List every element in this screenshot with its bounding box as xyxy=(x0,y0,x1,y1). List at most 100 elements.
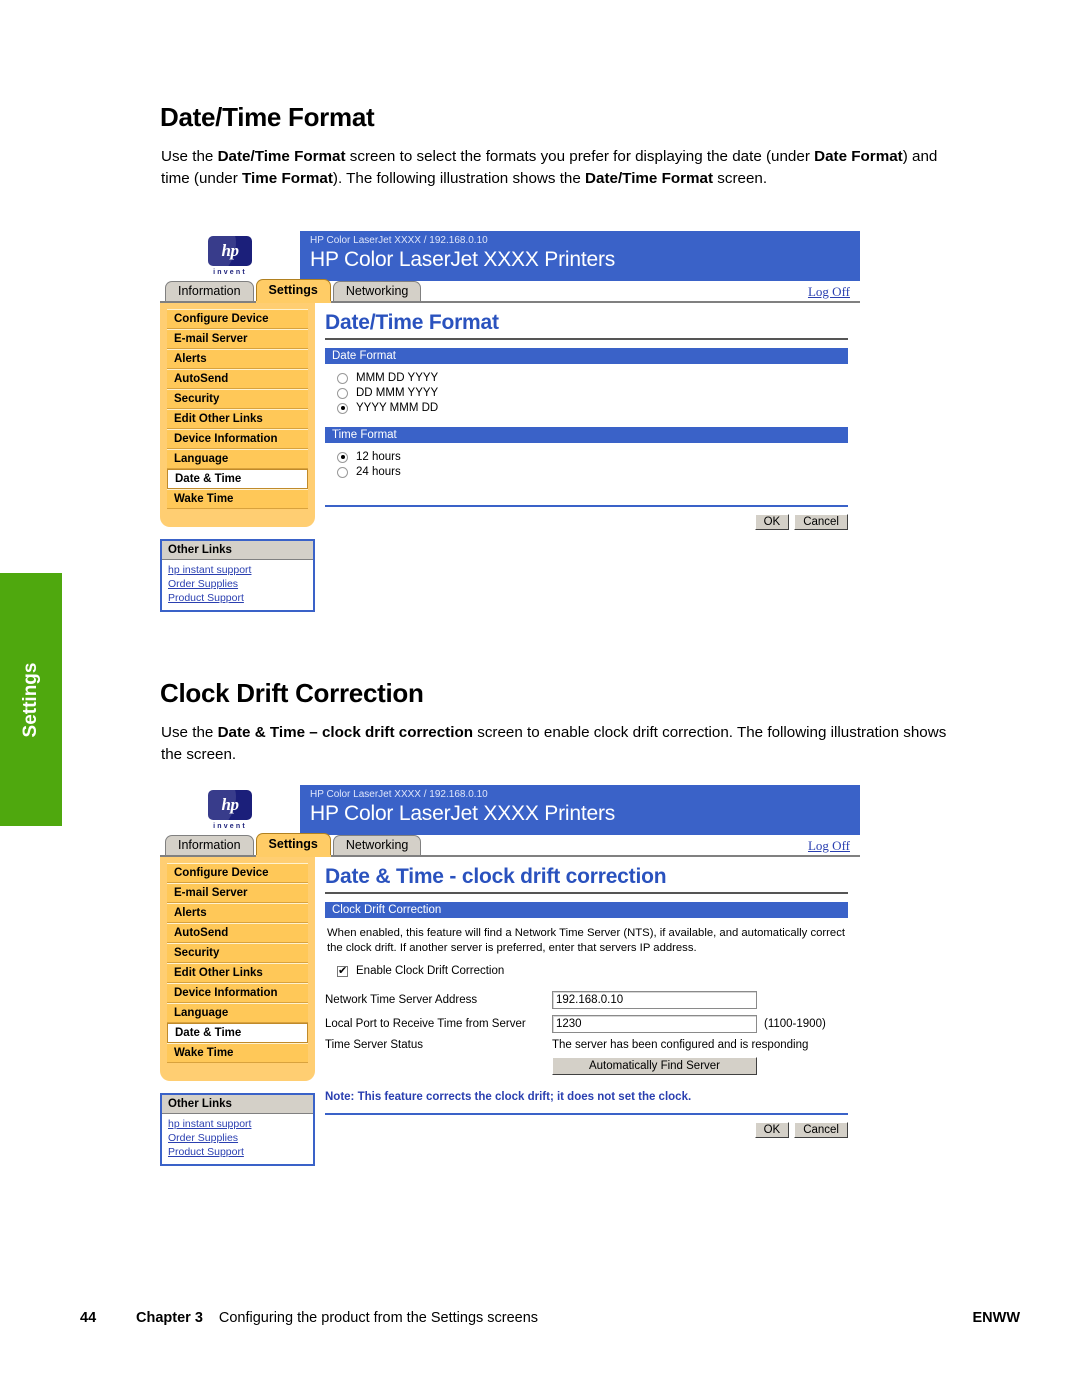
hp-tagline-2: invent xyxy=(213,823,247,830)
radio-option-mmm-dd-yyyy[interactable]: MMM DD YYYY xyxy=(337,372,848,384)
hint-local-port-range: (1100-1900) xyxy=(764,1018,826,1030)
other-link-order-supplies-2[interactable]: Order Supplies xyxy=(168,1131,307,1145)
radio-icon-dd-mmm-yyyy[interactable] xyxy=(337,387,348,399)
hp-logo-2: hp invent xyxy=(160,785,300,835)
tab-networking-2[interactable]: Networking xyxy=(332,835,422,855)
ews-nav-panel-2: Configure Device E-mail Server Alerts Au… xyxy=(160,857,315,1081)
input-local-port[interactable]: 1230 xyxy=(552,1015,757,1033)
field-row-local-port: Local Port to Receive Time from Server 1… xyxy=(325,1015,848,1033)
ews-content-2: Date & Time - clock drift correction Clo… xyxy=(315,857,860,1166)
section-bar-clock-drift-correction: Clock Drift Correction xyxy=(325,902,848,918)
hp-logo-1: hp invent xyxy=(160,231,300,281)
other-link-hp-instant-support-1[interactable]: hp instant support xyxy=(168,563,307,577)
radio-option-12-hours[interactable]: 12 hours xyxy=(337,451,848,463)
sidebar-item-security-2[interactable]: Security xyxy=(167,943,308,963)
automatically-find-server-button[interactable]: Automatically Find Server xyxy=(552,1057,757,1075)
sidebar-item-autosend-2[interactable]: AutoSend xyxy=(167,923,308,943)
page-title-date-time-format: Date/Time Format xyxy=(325,311,848,340)
other-links-heading-1: Other Links xyxy=(162,541,313,560)
ews-title-block-1: HP Color LaserJet XXXX / 192.168.0.10 HP… xyxy=(300,231,860,281)
section-heading-clock-drift-correction: Clock Drift Correction xyxy=(160,678,424,708)
sidebar-item-alerts-1[interactable]: Alerts xyxy=(167,349,308,369)
input-network-time-server-address[interactable]: 192.168.0.10 xyxy=(552,991,757,1009)
log-off-link-2[interactable]: Log Off xyxy=(808,838,850,855)
ews-product-title-1: HP Color LaserJet XXXX Printers xyxy=(310,248,616,271)
sidebar-item-security-1[interactable]: Security xyxy=(167,389,308,409)
sidebar-item-autosend-1[interactable]: AutoSend xyxy=(167,369,308,389)
enable-clock-drift-checkbox-row[interactable]: Enable Clock Drift Correction xyxy=(337,964,848,977)
sidebar-item-language-1[interactable]: Language xyxy=(167,449,308,469)
tab-information-2[interactable]: Information xyxy=(165,835,254,855)
other-link-product-support-1[interactable]: Product Support xyxy=(168,591,307,605)
sidebar-item-date-and-time-2[interactable]: Date & Time xyxy=(167,1023,308,1043)
other-link-hp-instant-support-2[interactable]: hp instant support xyxy=(168,1117,307,1131)
hp-wordmark: hp xyxy=(221,241,239,260)
label-local-port: Local Port to Receive Time from Server xyxy=(325,1018,526,1030)
tab-settings-2[interactable]: Settings xyxy=(255,833,331,855)
log-off-link-1[interactable]: Log Off xyxy=(808,284,850,301)
ok-button-1[interactable]: OK xyxy=(754,514,790,530)
cancel-button-1[interactable]: Cancel xyxy=(794,514,848,530)
radio-option-dd-mmm-yyyy[interactable]: DD MMM YYYY xyxy=(337,387,848,399)
page-footer: 44 Chapter 3 Configuring the product fro… xyxy=(80,1310,1020,1326)
sidebar-item-language-2[interactable]: Language xyxy=(167,1003,308,1023)
button-row-2: OK Cancel xyxy=(325,1113,848,1138)
ews-sidebar-2: Configure Device E-mail Server Alerts Au… xyxy=(160,857,315,1166)
radio-label-12-hours: 12 hours xyxy=(356,451,401,463)
ews-screenshot-clock-drift: hp invent HP Color LaserJet XXXX / 192.1… xyxy=(160,785,860,1166)
label-time-server-status: Time Server Status xyxy=(325,1039,423,1051)
ews-body-1: Configure Device E-mail Server Alerts Au… xyxy=(160,303,860,612)
ews-sidebar-1: Configure Device E-mail Server Alerts Au… xyxy=(160,303,315,612)
sidebar-item-configure-device-1[interactable]: Configure Device xyxy=(167,309,308,329)
ews-tab-bar-2: Information Settings Networking Log Off xyxy=(160,833,860,857)
footer-chapter: Chapter 3 xyxy=(136,1310,203,1326)
radio-option-yyyy-mmm-dd[interactable]: YYYY MMM DD xyxy=(337,402,848,414)
radio-label-24-hours: 24 hours xyxy=(356,466,401,478)
section-heading-date-time-format: Date/Time Format xyxy=(160,102,375,132)
footer-edition: ENWW xyxy=(972,1310,1020,1326)
radio-icon-mmm-dd-yyyy[interactable] xyxy=(337,372,348,384)
hp-wordmark-2: hp xyxy=(221,795,239,814)
sidebar-item-email-server-2[interactable]: E-mail Server xyxy=(167,883,308,903)
ews-body-2: Configure Device E-mail Server Alerts Au… xyxy=(160,857,860,1166)
ews-header-bar-2: hp invent HP Color LaserJet XXXX / 192.1… xyxy=(160,785,860,835)
sidebar-item-device-information-2[interactable]: Device Information xyxy=(167,983,308,1003)
ews-product-title-2: HP Color LaserJet XXXX Printers xyxy=(310,802,616,825)
checkbox-icon-enable-clock-drift[interactable] xyxy=(337,964,348,977)
other-link-order-supplies-1[interactable]: Order Supplies xyxy=(168,577,307,591)
radio-icon-24-hours[interactable] xyxy=(337,466,348,478)
sidebar-item-wake-time-1[interactable]: Wake Time xyxy=(167,489,308,509)
other-link-product-support-2[interactable]: Product Support xyxy=(168,1145,307,1159)
ews-tab-bar-1: Information Settings Networking Log Off xyxy=(160,279,860,303)
radio-icon-12-hours[interactable] xyxy=(337,451,348,463)
field-row-network-time-server-address: Network Time Server Address 192.168.0.10 xyxy=(325,991,848,1009)
radio-label-mmm-dd-yyyy: MMM DD YYYY xyxy=(356,372,439,384)
value-time-server-status: The server has been configured and is re… xyxy=(552,1039,809,1051)
sidebar-item-wake-time-2[interactable]: Wake Time xyxy=(167,1043,308,1063)
cancel-button-2[interactable]: Cancel xyxy=(794,1122,848,1138)
other-links-box-2: Other Links hp instant support Order Sup… xyxy=(160,1093,315,1166)
sidebar-item-configure-device-2[interactable]: Configure Device xyxy=(167,863,308,883)
sidebar-item-alerts-2[interactable]: Alerts xyxy=(167,903,308,923)
sidebar-item-date-and-time-1[interactable]: Date & Time xyxy=(167,469,308,489)
sidebar-item-device-information-1[interactable]: Device Information xyxy=(167,429,308,449)
ok-button-2[interactable]: OK xyxy=(754,1122,790,1138)
tab-networking-1[interactable]: Networking xyxy=(332,281,422,301)
tab-settings-1[interactable]: Settings xyxy=(255,279,331,301)
radio-option-24-hours[interactable]: 24 hours xyxy=(337,466,848,478)
sidebar-item-email-server-1[interactable]: E-mail Server xyxy=(167,329,308,349)
ews-nav-panel-1: Configure Device E-mail Server Alerts Au… xyxy=(160,303,315,527)
tab-information-1[interactable]: Information xyxy=(165,281,254,301)
document-page: Settings Date/Time Format Use the Date/T… xyxy=(0,0,1080,1397)
sidebar-item-edit-other-links-1[interactable]: Edit Other Links xyxy=(167,409,308,429)
label-network-time-server-address: Network Time Server Address xyxy=(325,994,478,1006)
clock-drift-note: Note: This feature corrects the clock dr… xyxy=(325,1091,692,1103)
page-title-clock-drift: Date & Time - clock drift correction xyxy=(325,865,848,894)
radio-icon-yyyy-mmm-dd[interactable] xyxy=(337,402,348,414)
enable-clock-drift-label: Enable Clock Drift Correction xyxy=(356,965,505,977)
sidebar-item-edit-other-links-2[interactable]: Edit Other Links xyxy=(167,963,308,983)
footer-page-number: 44 xyxy=(80,1310,97,1326)
radio-label-dd-mmm-yyyy: DD MMM YYYY xyxy=(356,387,439,399)
ews-title-block-2: HP Color LaserJet XXXX / 192.168.0.10 HP… xyxy=(300,785,860,835)
field-row-time-server-status: Time Server Status The server has been c… xyxy=(325,1039,848,1051)
